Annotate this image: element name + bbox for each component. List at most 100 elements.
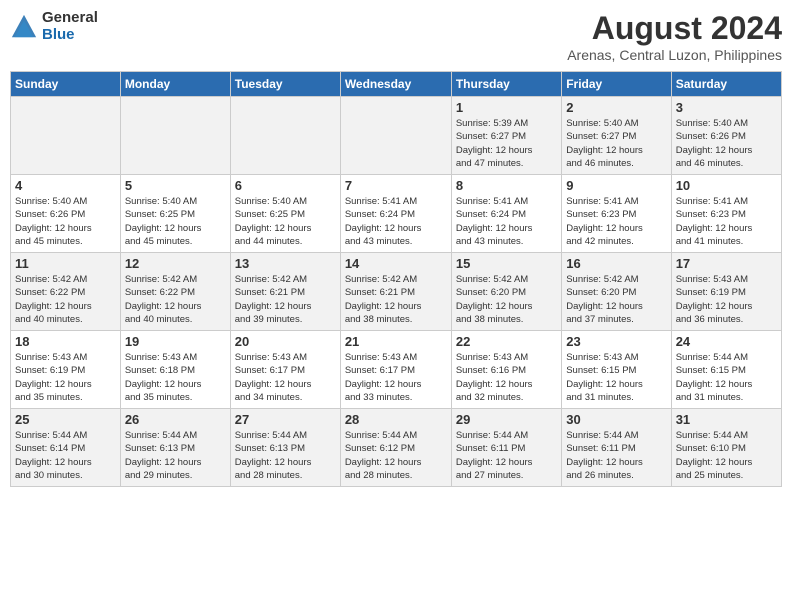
calendar-table: SundayMondayTuesdayWednesdayThursdayFrid…	[10, 71, 782, 487]
table-cell: 21 Sunrise: 5:43 AM Sunset: 6:17 PM Dayli…	[340, 331, 451, 409]
week-row-5: 25Sunrise: 5:44 AM Sunset: 6:14 PM Dayli…	[11, 409, 782, 487]
day-info: Sunrise: 5:42 AM Sunset: 6:20 PM Dayligh…	[566, 273, 666, 326]
day-number: 2	[566, 100, 666, 115]
day-info: Sunrise: 5:42 AM Sunset: 6:21 PM Dayligh…	[345, 273, 447, 326]
table-cell: 12 Sunrise: 5:42 AM Sunset: 6:22 PM Dayli…	[120, 253, 230, 331]
day-number: 27	[235, 412, 336, 427]
week-row-3: 11Sunrise: 5:42 AM Sunset: 6:22 PM Dayli…	[11, 253, 782, 331]
day-number: 28	[345, 412, 447, 427]
table-cell: 22 Sunrise: 5:43 AM Sunset: 6:16 PM Dayli…	[451, 331, 561, 409]
day-number: 26	[125, 412, 226, 427]
day-info: Sunrise: 5:43 AM Sunset: 6:17 PM Dayligh…	[345, 351, 447, 404]
header-monday: Monday	[120, 72, 230, 97]
day-info: Sunrise: 5:42 AM Sunset: 6:22 PM Dayligh…	[15, 273, 116, 326]
table-cell: 31 Sunrise: 5:44 AM Sunset: 6:10 PM Dayli…	[671, 409, 781, 487]
day-info: Sunrise: 5:41 AM Sunset: 6:24 PM Dayligh…	[345, 195, 447, 248]
table-cell: 18Sunrise: 5:43 AM Sunset: 6:19 PM Dayli…	[11, 331, 121, 409]
page-header: General Blue August 2024 Arenas, Central…	[10, 10, 782, 63]
day-info: Sunrise: 5:44 AM Sunset: 6:12 PM Dayligh…	[345, 429, 447, 482]
day-info: Sunrise: 5:44 AM Sunset: 6:13 PM Dayligh…	[235, 429, 336, 482]
day-number: 4	[15, 178, 116, 193]
header-friday: Friday	[562, 72, 671, 97]
day-info: Sunrise: 5:40 AM Sunset: 6:25 PM Dayligh…	[235, 195, 336, 248]
day-info: Sunrise: 5:44 AM Sunset: 6:10 PM Dayligh…	[676, 429, 777, 482]
day-info: Sunrise: 5:41 AM Sunset: 6:24 PM Dayligh…	[456, 195, 557, 248]
header-thursday: Thursday	[451, 72, 561, 97]
table-cell: 4Sunrise: 5:40 AM Sunset: 6:26 PM Daylig…	[11, 175, 121, 253]
table-cell: 14Sunrise: 5:42 AM Sunset: 6:21 PM Dayli…	[340, 253, 451, 331]
logo: General Blue	[10, 10, 98, 43]
day-number: 17	[676, 256, 777, 271]
week-row-4: 18Sunrise: 5:43 AM Sunset: 6:19 PM Dayli…	[11, 331, 782, 409]
table-cell	[230, 97, 340, 175]
logo-blue-text: Blue	[42, 27, 98, 44]
header-wednesday: Wednesday	[340, 72, 451, 97]
day-number: 13	[235, 256, 336, 271]
table-cell: 8 Sunrise: 5:41 AM Sunset: 6:24 PM Daylig…	[451, 175, 561, 253]
table-cell: 23 Sunrise: 5:43 AM Sunset: 6:15 PM Dayli…	[562, 331, 671, 409]
header-tuesday: Tuesday	[230, 72, 340, 97]
table-cell: 27 Sunrise: 5:44 AM Sunset: 6:13 PM Dayli…	[230, 409, 340, 487]
day-info: Sunrise: 5:41 AM Sunset: 6:23 PM Dayligh…	[566, 195, 666, 248]
day-info: Sunrise: 5:44 AM Sunset: 6:11 PM Dayligh…	[456, 429, 557, 482]
calendar-header: SundayMondayTuesdayWednesdayThursdayFrid…	[11, 72, 782, 97]
day-number: 18	[15, 334, 116, 349]
table-cell: 26Sunrise: 5:44 AM Sunset: 6:13 PM Dayli…	[120, 409, 230, 487]
day-info: Sunrise: 5:42 AM Sunset: 6:22 PM Dayligh…	[125, 273, 226, 326]
table-cell: 16 Sunrise: 5:42 AM Sunset: 6:20 PM Dayli…	[562, 253, 671, 331]
day-number: 31	[676, 412, 777, 427]
table-cell: 3 Sunrise: 5:40 AM Sunset: 6:26 PM Daylig…	[671, 97, 781, 175]
day-info: Sunrise: 5:41 AM Sunset: 6:23 PM Dayligh…	[676, 195, 777, 248]
day-number: 5	[125, 178, 226, 193]
subtitle: Arenas, Central Luzon, Philippines	[567, 47, 782, 63]
day-number: 8	[456, 178, 557, 193]
day-info: Sunrise: 5:43 AM Sunset: 6:18 PM Dayligh…	[125, 351, 226, 404]
day-info: Sunrise: 5:40 AM Sunset: 6:26 PM Dayligh…	[676, 117, 777, 170]
week-row-1: 1Sunrise: 5:39 AM Sunset: 6:27 PM Daylig…	[11, 97, 782, 175]
day-info: Sunrise: 5:44 AM Sunset: 6:14 PM Dayligh…	[15, 429, 116, 482]
table-cell: 1Sunrise: 5:39 AM Sunset: 6:27 PM Daylig…	[451, 97, 561, 175]
table-cell: 17Sunrise: 5:43 AM Sunset: 6:19 PM Dayli…	[671, 253, 781, 331]
table-cell: 25Sunrise: 5:44 AM Sunset: 6:14 PM Dayli…	[11, 409, 121, 487]
logo-text: General Blue	[42, 10, 98, 43]
day-info: Sunrise: 5:44 AM Sunset: 6:15 PM Dayligh…	[676, 351, 777, 404]
day-number: 29	[456, 412, 557, 427]
table-cell	[11, 97, 121, 175]
table-cell: 9Sunrise: 5:41 AM Sunset: 6:23 PM Daylig…	[562, 175, 671, 253]
day-info: Sunrise: 5:43 AM Sunset: 6:16 PM Dayligh…	[456, 351, 557, 404]
day-info: Sunrise: 5:42 AM Sunset: 6:20 PM Dayligh…	[456, 273, 557, 326]
day-number: 22	[456, 334, 557, 349]
table-cell: 6 Sunrise: 5:40 AM Sunset: 6:25 PM Daylig…	[230, 175, 340, 253]
day-number: 15	[456, 256, 557, 271]
table-cell: 29 Sunrise: 5:44 AM Sunset: 6:11 PM Dayli…	[451, 409, 561, 487]
day-number: 3	[676, 100, 777, 115]
day-number: 6	[235, 178, 336, 193]
table-cell: 28 Sunrise: 5:44 AM Sunset: 6:12 PM Dayli…	[340, 409, 451, 487]
table-cell: 30Sunrise: 5:44 AM Sunset: 6:11 PM Dayli…	[562, 409, 671, 487]
table-cell: 13Sunrise: 5:42 AM Sunset: 6:21 PM Dayli…	[230, 253, 340, 331]
title-block: August 2024 Arenas, Central Luzon, Phili…	[567, 10, 782, 63]
table-cell: 24Sunrise: 5:44 AM Sunset: 6:15 PM Dayli…	[671, 331, 781, 409]
day-info: Sunrise: 5:43 AM Sunset: 6:17 PM Dayligh…	[235, 351, 336, 404]
table-cell: 11Sunrise: 5:42 AM Sunset: 6:22 PM Dayli…	[11, 253, 121, 331]
table-cell: 2Sunrise: 5:40 AM Sunset: 6:27 PM Daylig…	[562, 97, 671, 175]
week-row-2: 4Sunrise: 5:40 AM Sunset: 6:26 PM Daylig…	[11, 175, 782, 253]
table-cell	[120, 97, 230, 175]
day-info: Sunrise: 5:43 AM Sunset: 6:15 PM Dayligh…	[566, 351, 666, 404]
table-cell: 15 Sunrise: 5:42 AM Sunset: 6:20 PM Dayli…	[451, 253, 561, 331]
table-cell: 5 Sunrise: 5:40 AM Sunset: 6:25 PM Daylig…	[120, 175, 230, 253]
table-cell	[340, 97, 451, 175]
main-title: August 2024	[567, 10, 782, 47]
header-row: SundayMondayTuesdayWednesdayThursdayFrid…	[11, 72, 782, 97]
day-number: 16	[566, 256, 666, 271]
day-info: Sunrise: 5:40 AM Sunset: 6:25 PM Dayligh…	[125, 195, 226, 248]
day-number: 23	[566, 334, 666, 349]
day-number: 20	[235, 334, 336, 349]
table-cell: 19 Sunrise: 5:43 AM Sunset: 6:18 PM Dayli…	[120, 331, 230, 409]
table-cell: 20 Sunrise: 5:43 AM Sunset: 6:17 PM Dayli…	[230, 331, 340, 409]
day-number: 19	[125, 334, 226, 349]
day-number: 12	[125, 256, 226, 271]
day-info: Sunrise: 5:39 AM Sunset: 6:27 PM Dayligh…	[456, 117, 557, 170]
header-sunday: Sunday	[11, 72, 121, 97]
day-number: 21	[345, 334, 447, 349]
